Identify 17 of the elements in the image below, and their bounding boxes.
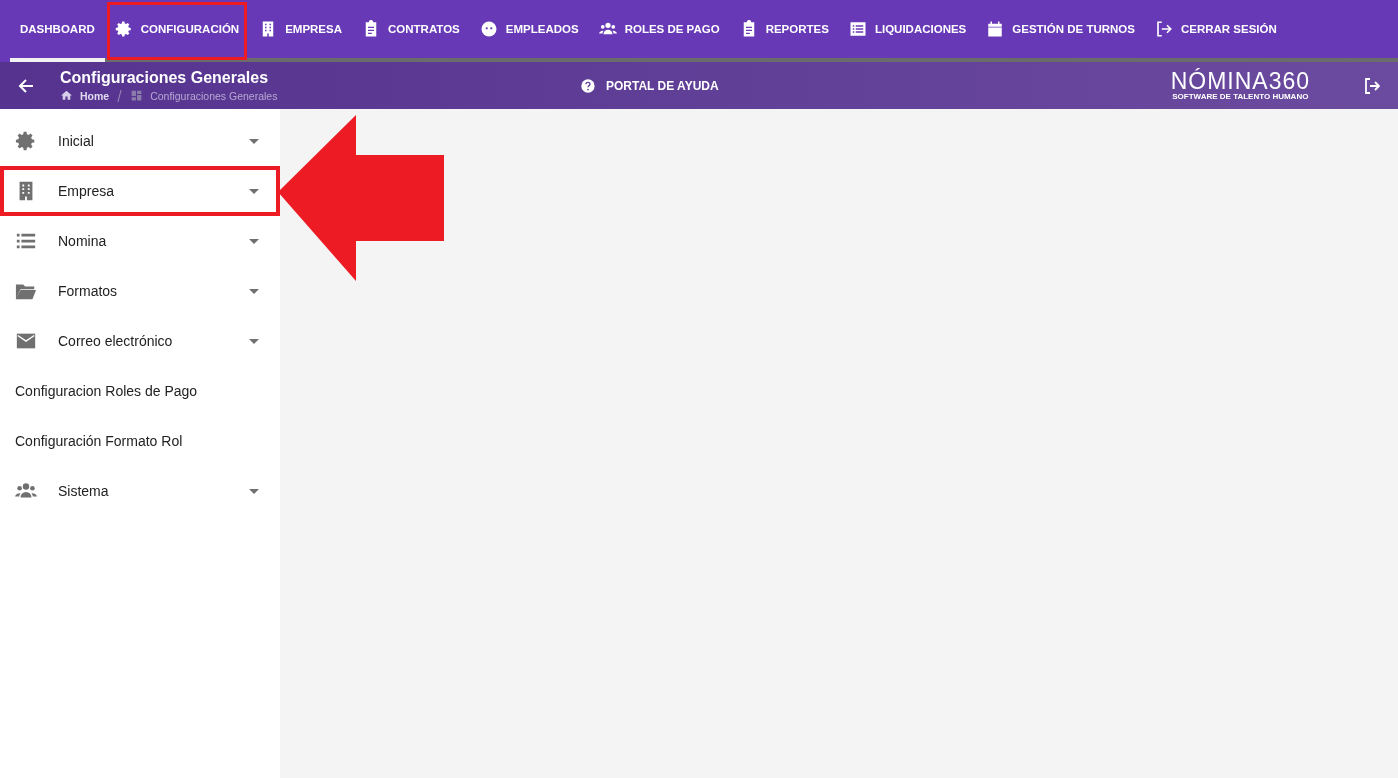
logo-tagline: SOFTWARE DE TALENTO HUMANO: [1172, 92, 1309, 101]
help-icon: [580, 77, 596, 94]
home-icon: [60, 89, 73, 102]
logout-icon[interactable]: [1364, 77, 1380, 94]
gear-icon: [114, 20, 133, 38]
help-portal-link[interactable]: PORTAL DE AYUDA: [606, 78, 719, 93]
logo-name: NÓMINA360: [1170, 70, 1310, 92]
breadcrumb-link[interactable]: Home: [80, 89, 110, 102]
face-icon: [479, 20, 498, 38]
page-title: Configuraciones Generales: [60, 69, 270, 87]
dashboard-icon: [130, 89, 144, 102]
left-arrow-icon: [18, 77, 34, 94]
gear-icon: [15, 130, 37, 152]
list-icon: [848, 20, 867, 38]
logout-icon: [1154, 20, 1173, 38]
calendar-icon: [986, 20, 1005, 38]
sidebar-item[interactable]: Empresa: [0, 166, 280, 216]
